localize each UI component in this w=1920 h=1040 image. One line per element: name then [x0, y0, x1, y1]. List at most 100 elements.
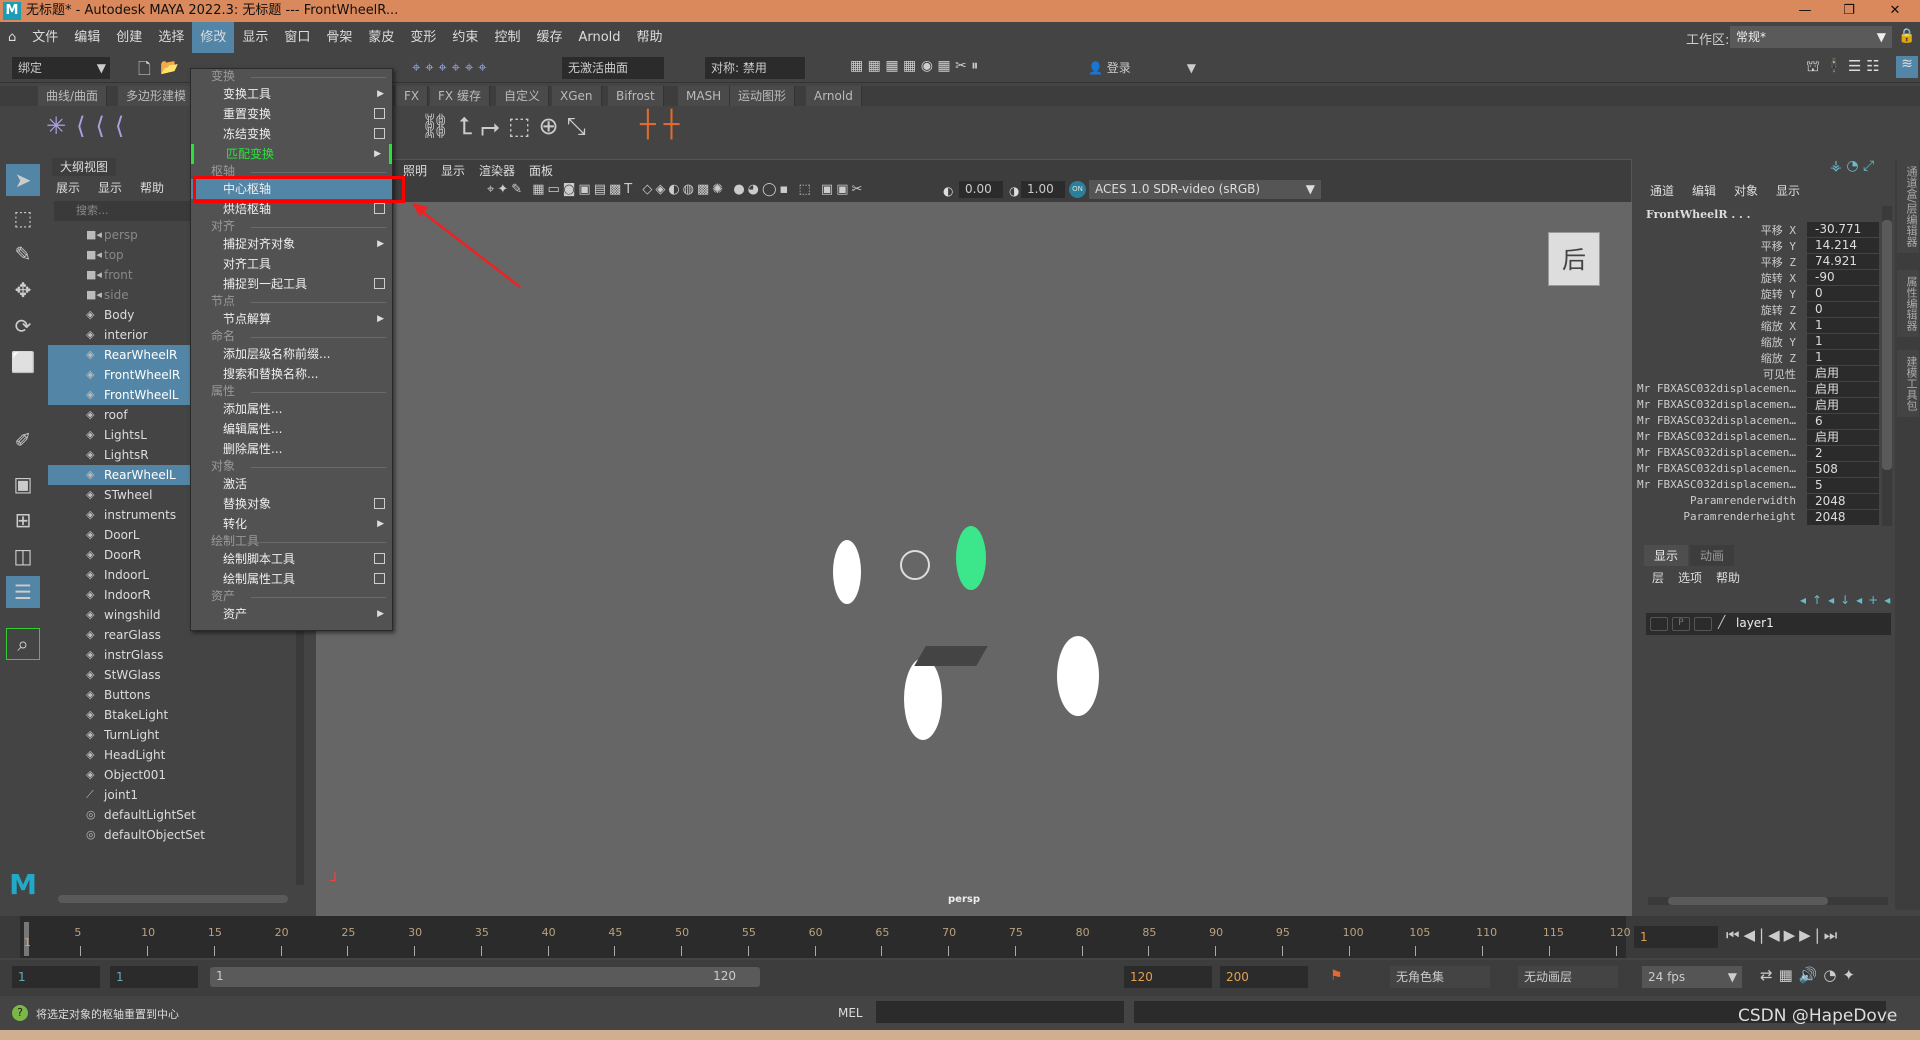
start-time-field[interactable]: 1	[12, 966, 100, 988]
menu-1[interactable]: 编辑	[66, 22, 108, 53]
menu-14[interactable]: 帮助	[629, 22, 671, 53]
layers-toggle-icon[interactable]: ≋	[1896, 56, 1918, 78]
channel-menu-item[interactable]: 对象	[1734, 182, 1758, 199]
channel-row[interactable]: Paramrenderwidth 2048	[1640, 494, 1880, 510]
channel-row[interactable]: 平移 Z 74.921	[1640, 254, 1880, 270]
menu-4[interactable]: 修改	[192, 22, 235, 53]
layer-hscrollbar[interactable]	[1648, 897, 1888, 905]
anim-start-field[interactable]: 1	[110, 966, 198, 988]
login-dropdown[interactable]: 👤 登录 ▼	[1082, 57, 1200, 79]
menu-9[interactable]: 变形	[402, 22, 444, 53]
menu-item[interactable]: 删除属性...	[191, 439, 392, 459]
shelf-tab[interactable]: XGen	[552, 86, 602, 106]
menu-item[interactable]: 冻结变换	[191, 124, 392, 144]
outliner-layout-icon[interactable]: ☰	[6, 576, 40, 608]
end-time-field[interactable]: 120	[1124, 966, 1212, 988]
channel-value[interactable]: 6	[1807, 414, 1879, 429]
menu-item[interactable]: 资产 ▶	[191, 604, 392, 624]
menu-item[interactable]: 节点解算 ▶	[191, 309, 392, 329]
new-scene-icon[interactable]: 🗋	[138, 58, 151, 85]
menu-set-dropdown[interactable]: 绑定 ▼	[12, 57, 110, 79]
menu-item[interactable]: 编辑属性...	[191, 419, 392, 439]
menu-10[interactable]: 约束	[444, 22, 486, 53]
visibility-toggle[interactable]	[1650, 617, 1668, 631]
rotate-tool-icon[interactable]: ⟳	[6, 310, 40, 342]
viewport-menu-item[interactable]: 照明	[403, 162, 427, 179]
channel-value[interactable]: 1	[1807, 318, 1879, 333]
viewport-menu-item[interactable]: 渲染器	[479, 162, 515, 179]
outliner-item[interactable]: ◈ StWGlass	[48, 665, 288, 685]
command-input[interactable]	[876, 1001, 1124, 1023]
character-set-dropdown[interactable]: 无角色集	[1390, 966, 1490, 988]
channel-value[interactable]: 14.214	[1807, 238, 1879, 253]
channel-row[interactable]: Mr FBXASC032displacemen… 启用	[1637, 398, 1880, 414]
search-icon[interactable]: ⌕	[6, 628, 40, 660]
menu-item[interactable]: 匹配变换 ▶	[191, 144, 392, 164]
channel-menu-item[interactable]: 通道	[1650, 182, 1674, 199]
outliner-item[interactable]: ◈ TurnLight	[48, 725, 288, 745]
outliner-item[interactable]: ⟋ joint1	[48, 785, 288, 805]
color-management-toggle[interactable]: ON	[1069, 181, 1086, 198]
menu-0[interactable]: 文件	[24, 22, 66, 53]
channel-row[interactable]: 旋转 X -90	[1640, 270, 1880, 286]
channel-value[interactable]: 1	[1807, 334, 1879, 349]
panel-toggle-icons[interactable]: ⛫ 🕴 ☰ ☷	[1806, 57, 1880, 77]
close-button[interactable]: ✕	[1872, 0, 1918, 22]
3d-viewport[interactable]: 后 persp ⅃	[316, 202, 1632, 916]
menu-6[interactable]: 窗口	[276, 22, 318, 53]
shelf-tab[interactable]: 多边形建模	[118, 86, 196, 106]
playback-controls[interactable]: ⏮◀|◀▶▶|⏭	[1726, 926, 1841, 944]
last-tool-icon[interactable]: ✐	[6, 424, 40, 456]
menu-item[interactable]: 转化 ▶	[191, 514, 392, 534]
outliner-item[interactable]: ◈ Object001	[48, 765, 288, 785]
outliner-menu-item[interactable]: 显示	[98, 179, 122, 196]
exposure-field[interactable]: 0.00	[959, 181, 1003, 198]
channel-row[interactable]: Mr FBXASC032displacemen… 6	[1637, 414, 1880, 430]
layer-tab[interactable]: 动画	[1690, 545, 1735, 566]
anim-layer-dropdown[interactable]: 无动画层	[1518, 966, 1618, 988]
four-view-icon[interactable]: ⊞	[6, 504, 40, 536]
outliner-item[interactable]: ◈ instrGlass	[48, 645, 288, 665]
current-frame-field[interactable]: 1	[1634, 926, 1718, 948]
menu-item[interactable]: 添加层级名称前缀...	[191, 344, 392, 364]
menu-item[interactable]: 捕捉到一起工具	[191, 274, 392, 294]
channel-menu-item[interactable]: 编辑	[1692, 182, 1716, 199]
channel-value[interactable]: -90	[1807, 270, 1879, 285]
channel-value[interactable]: -30.771	[1807, 222, 1879, 237]
wheel-object[interactable]	[1057, 636, 1099, 716]
channel-box-scrollbar[interactable]	[1882, 206, 1892, 526]
channel-row[interactable]: Mr FBXASC032displacemen… 启用	[1637, 430, 1880, 446]
channel-value[interactable]: 启用	[1807, 398, 1879, 413]
snap-icons[interactable]: ⌖ ⌖ ⌖ ⌖ ⌖ ⌖	[412, 58, 487, 76]
menu-8[interactable]: 蒙皮	[360, 22, 402, 53]
channel-value[interactable]: 启用	[1807, 430, 1879, 445]
menu-item[interactable]: 绘制属性工具	[191, 569, 392, 589]
option-box-icon[interactable]	[374, 553, 385, 564]
channel-value[interactable]: 0	[1807, 286, 1879, 301]
layer-tab[interactable]: 显示	[1644, 545, 1689, 566]
outliner-menu-item[interactable]: 帮助	[140, 179, 164, 196]
render-icons[interactable]: ▦ ▦ ▦ ▦ ◉ ▦ ✂ ⏸	[850, 58, 978, 74]
fps-dropdown[interactable]: 24 fps ▼	[1642, 966, 1742, 988]
gamma-field[interactable]: 1.00	[1021, 181, 1065, 198]
channel-box-icons[interactable]: ⚶ ◔ ⤢	[1830, 158, 1874, 174]
menu-3[interactable]: 选择	[150, 22, 192, 53]
menu-item[interactable]: 捕捉对齐对象 ▶	[191, 234, 392, 254]
shelf-tab[interactable]: 自定义	[496, 86, 550, 106]
workspace-dropdown[interactable]: 常规* ▼	[1730, 26, 1892, 48]
viewport-menu-item[interactable]: 显示	[441, 162, 465, 179]
channel-row[interactable]: 缩放 X 1	[1640, 318, 1880, 334]
layer-name[interactable]: layer1	[1736, 616, 1774, 630]
two-view-icon[interactable]: ◫	[6, 540, 40, 572]
curve-tool-icons[interactable]: ✳⟨⟨⟨	[46, 112, 134, 140]
channel-row[interactable]: Mr FBXASC032displacemen… 5	[1637, 478, 1880, 494]
constraint-icons[interactable]: ⛓⮤⮣⬚⊕⤡	[420, 112, 594, 140]
channel-value[interactable]: 508	[1807, 462, 1879, 477]
shelf-tab[interactable]: Arnold	[806, 86, 862, 106]
menu-item[interactable]: 添加属性...	[191, 399, 392, 419]
option-box-icon[interactable]	[374, 108, 385, 119]
open-scene-icon[interactable]: 📂	[160, 58, 179, 76]
wheel-object[interactable]	[904, 658, 942, 740]
channel-value[interactable]: 5	[1807, 478, 1879, 493]
channel-row[interactable]: 旋转 Z 0	[1640, 302, 1880, 318]
